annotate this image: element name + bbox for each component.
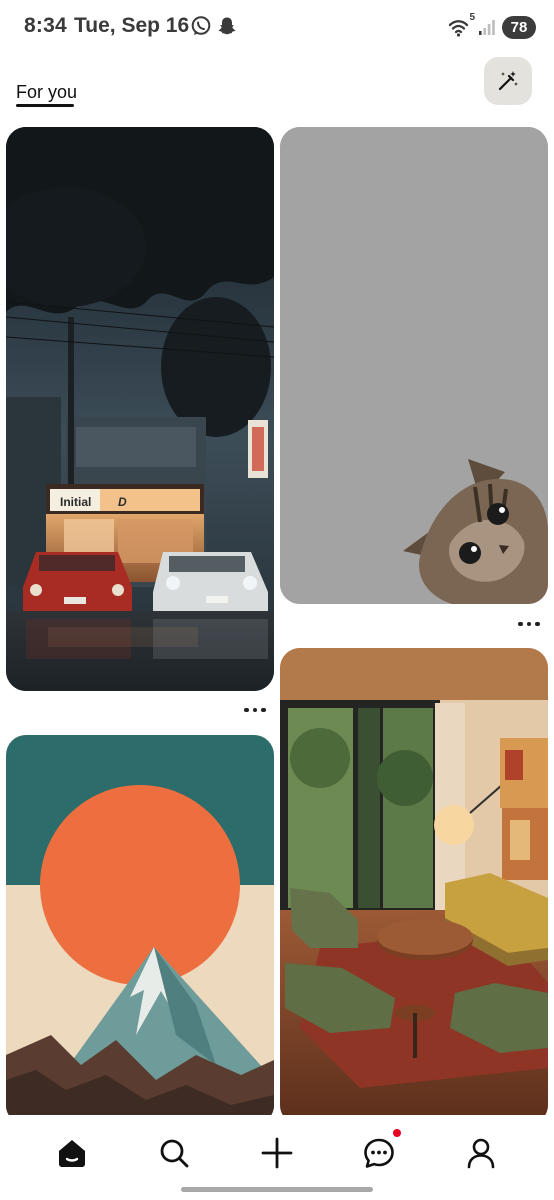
pin-card-living-room[interactable] <box>280 648 548 1125</box>
pin-image-night-street: Initial D <box>6 127 274 691</box>
pin-more-button[interactable] <box>514 615 544 633</box>
magic-wand-button[interactable] <box>484 57 532 105</box>
more-dots-icon <box>244 707 266 713</box>
battery-indicator: 78 <box>502 15 536 39</box>
search-icon <box>158 1137 190 1169</box>
notification-dot <box>393 1129 401 1137</box>
status-time: 8:34 <box>24 14 67 37</box>
status-bar: 8:34 Tue, Sep 16 5 78 <box>0 0 554 54</box>
more-dots-icon <box>518 621 540 627</box>
nav-item-messages[interactable] <box>351 1125 407 1181</box>
nav-item-create[interactable] <box>249 1125 305 1181</box>
pin-image-cat <box>280 127 548 604</box>
shop-sign-text: Initial <box>60 495 91 509</box>
tab-for-you-underline <box>16 104 74 107</box>
home-indicator-bar[interactable] <box>181 1187 373 1192</box>
pin-more-button[interactable] <box>240 701 270 719</box>
status-date: Tue, Sep 16 <box>74 14 190 37</box>
nav-item-home[interactable] <box>44 1125 100 1181</box>
profile-icon <box>465 1137 497 1169</box>
plus-icon <box>261 1137 293 1169</box>
shop-logo-text: D <box>118 495 127 509</box>
wifi-icon: 5 <box>448 12 475 38</box>
home-icon <box>56 1137 88 1169</box>
pin-card-night-street[interactable]: Initial D <box>6 127 274 691</box>
network-type-label: 5 <box>469 12 475 23</box>
cell-signal-icon <box>478 18 496 36</box>
app-screen: 8:34 Tue, Sep 16 5 78 For you Initial D <box>0 0 554 1200</box>
chat-icon <box>363 1137 395 1169</box>
whatsapp-icon <box>190 15 212 37</box>
pin-image-living-room <box>280 648 548 1125</box>
pin-card-sun-mountain[interactable] <box>6 735 274 1125</box>
nav-item-profile[interactable] <box>453 1125 509 1181</box>
nav-item-search[interactable] <box>146 1125 202 1181</box>
status-right-group: 5 78 <box>448 12 536 40</box>
tab-for-you[interactable]: For you <box>16 82 77 103</box>
pin-card-cat[interactable] <box>280 127 548 604</box>
magic-wand-icon <box>496 69 520 93</box>
snapchat-icon <box>216 15 238 37</box>
pin-image-sun-mountain <box>6 735 274 1125</box>
